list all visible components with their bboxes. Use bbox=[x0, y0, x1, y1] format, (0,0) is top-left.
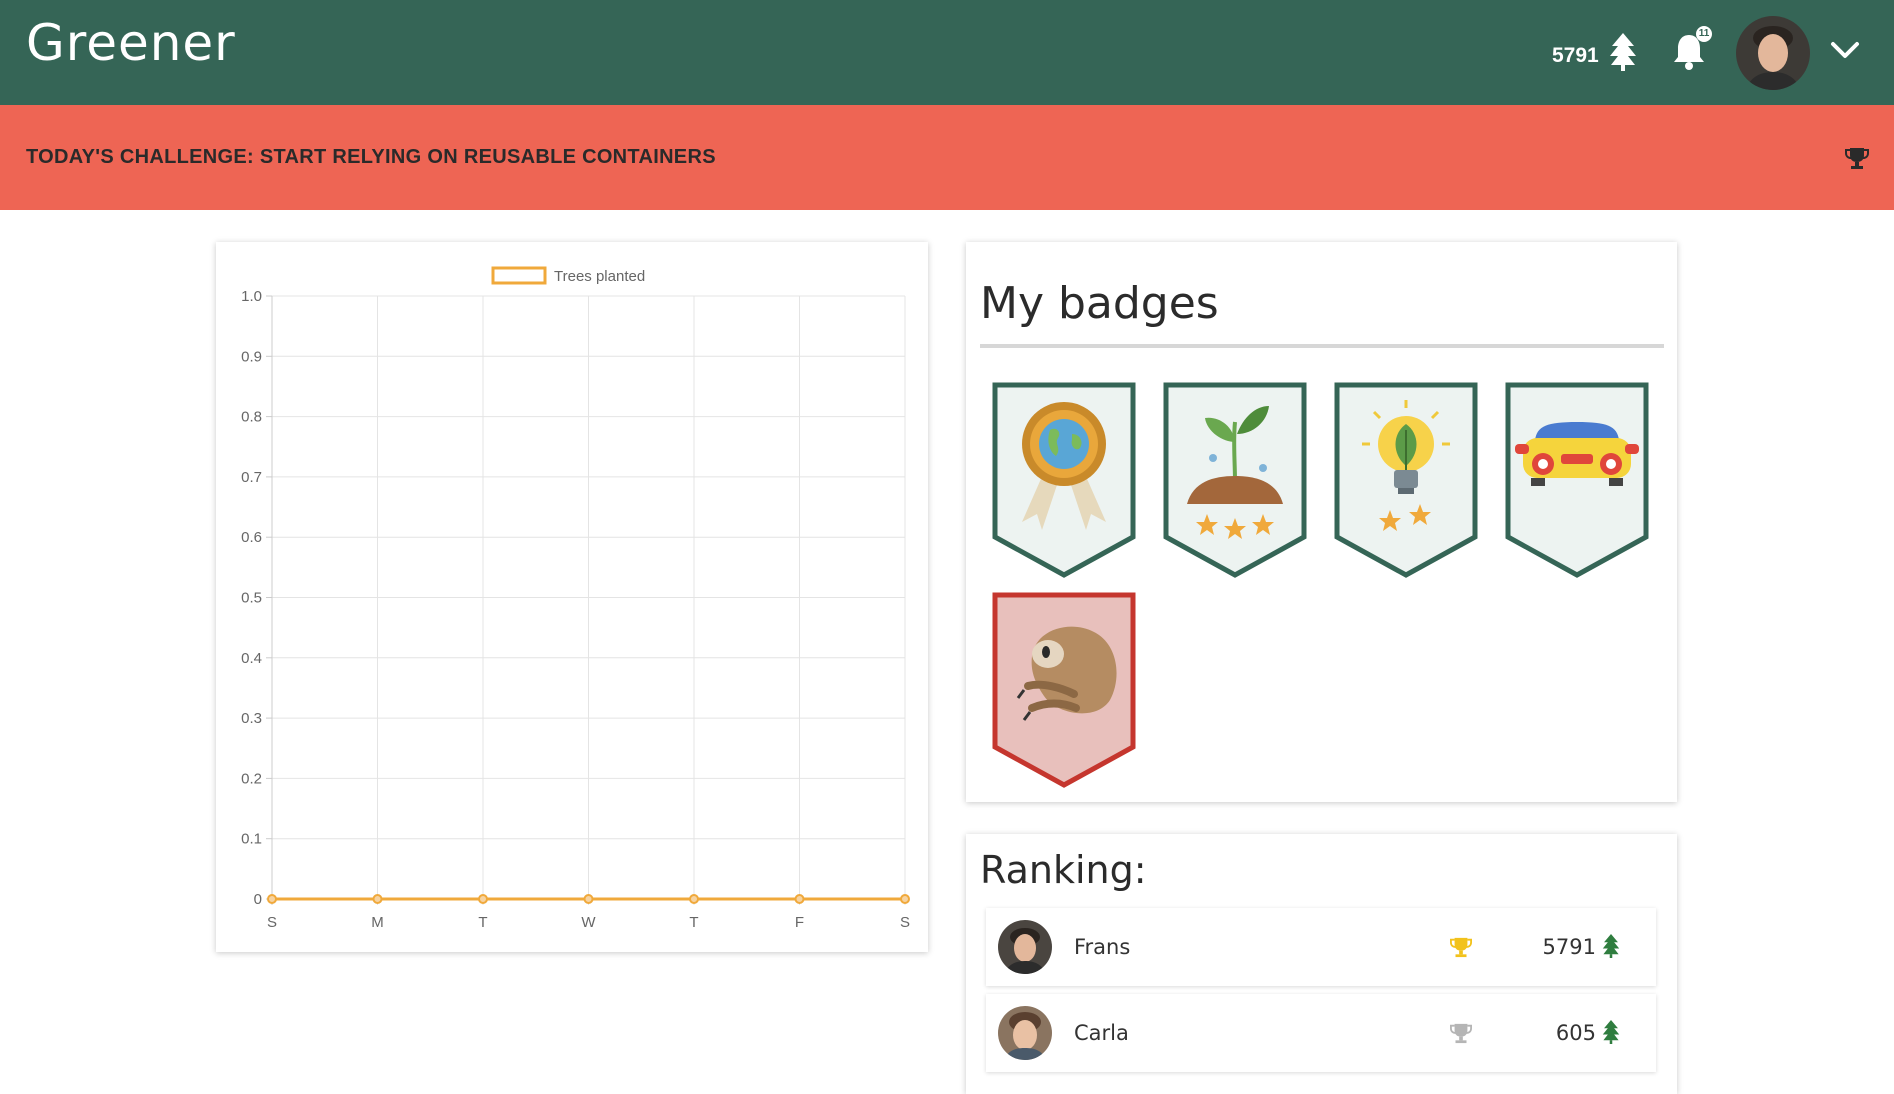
data-point bbox=[372, 894, 383, 904]
data-point bbox=[478, 894, 488, 904]
badges-title: My badges bbox=[980, 278, 1219, 329]
x-tick-label: W bbox=[581, 914, 596, 931]
avatar bbox=[998, 920, 1052, 974]
gold-trophy-icon bbox=[1450, 937, 1472, 958]
data-point bbox=[583, 894, 594, 904]
tree-icon bbox=[1602, 934, 1620, 958]
tree-icon bbox=[1602, 1020, 1620, 1044]
y-tick-label: 1.0 bbox=[241, 288, 262, 305]
y-tick-label: 0.6 bbox=[241, 529, 262, 546]
y-tick-label: 0.9 bbox=[241, 348, 262, 365]
badge-sprout[interactable] bbox=[1163, 382, 1307, 578]
chevron-down-icon[interactable] bbox=[1830, 40, 1860, 60]
ranking-title: Ranking: bbox=[980, 848, 1147, 892]
divider bbox=[980, 344, 1664, 348]
y-tick-label: 0.7 bbox=[241, 469, 262, 486]
badge-sloth[interactable] bbox=[992, 592, 1136, 788]
y-tick-label: 0.4 bbox=[241, 650, 262, 667]
silver-trophy-icon bbox=[1450, 1023, 1472, 1044]
ranking-row[interactable]: Frans 5791 bbox=[986, 908, 1656, 986]
legend-swatch bbox=[491, 266, 547, 285]
x-tick-label: S bbox=[267, 914, 277, 931]
notification-count: 11 bbox=[1696, 26, 1712, 42]
user-avatar[interactable] bbox=[1736, 16, 1810, 90]
trees-chart-card: 0 0.1 0.2 0.3 0.4 0.5 0.6 0.7 0.8 0.9 1.0 S M T W T F S Tr… bbox=[216, 242, 928, 952]
data-point bbox=[794, 894, 805, 904]
legend-label: Trees planted bbox=[554, 268, 645, 285]
ranking-score: 605 bbox=[1555, 1021, 1596, 1045]
data-point bbox=[267, 894, 277, 904]
trees-planted-chart: 0 0.1 0.2 0.3 0.4 0.5 0.6 0.7 0.8 0.9 1.0 S M T W T F S Tr… bbox=[241, 266, 910, 931]
challenge-text: TODAY'S CHALLENGE: START RELYING ON REUS… bbox=[26, 146, 716, 168]
y-tick-label: 0.8 bbox=[241, 409, 262, 426]
badge-car[interactable] bbox=[1505, 382, 1649, 578]
x-tick-label: S bbox=[900, 914, 910, 931]
ranking-row[interactable]: Carla 605 bbox=[986, 994, 1656, 1072]
ranking-card: Ranking: Frans 5791 Carla 605 bbox=[966, 834, 1677, 1094]
ranking-name: Frans bbox=[1074, 935, 1131, 959]
y-tick-label: 0 bbox=[254, 891, 262, 908]
x-tick-label: T bbox=[478, 914, 487, 931]
x-tick-label: F bbox=[795, 914, 804, 931]
ranking-name: Carla bbox=[1074, 1021, 1129, 1045]
app-logo[interactable]: Greener bbox=[26, 14, 236, 72]
tree-icon bbox=[1610, 33, 1636, 71]
badge-globe-award[interactable] bbox=[992, 382, 1136, 578]
y-tick-label: 0.1 bbox=[241, 831, 262, 848]
trophy-icon[interactable] bbox=[1844, 146, 1870, 170]
ranking-score: 5791 bbox=[1542, 935, 1596, 959]
badge-eco-lightbulb[interactable] bbox=[1334, 382, 1478, 578]
avatar bbox=[998, 1006, 1052, 1060]
data-point bbox=[689, 894, 699, 904]
tree-score: 5791 bbox=[1552, 44, 1599, 67]
data-point bbox=[900, 894, 910, 904]
y-tick-label: 0.3 bbox=[241, 710, 262, 727]
x-tick-label: M bbox=[371, 914, 384, 931]
x-tick-label: T bbox=[689, 914, 698, 931]
badges-card: My badges bbox=[966, 242, 1677, 802]
y-tick-label: 0.5 bbox=[241, 590, 262, 607]
y-tick-label: 0.2 bbox=[241, 770, 262, 787]
